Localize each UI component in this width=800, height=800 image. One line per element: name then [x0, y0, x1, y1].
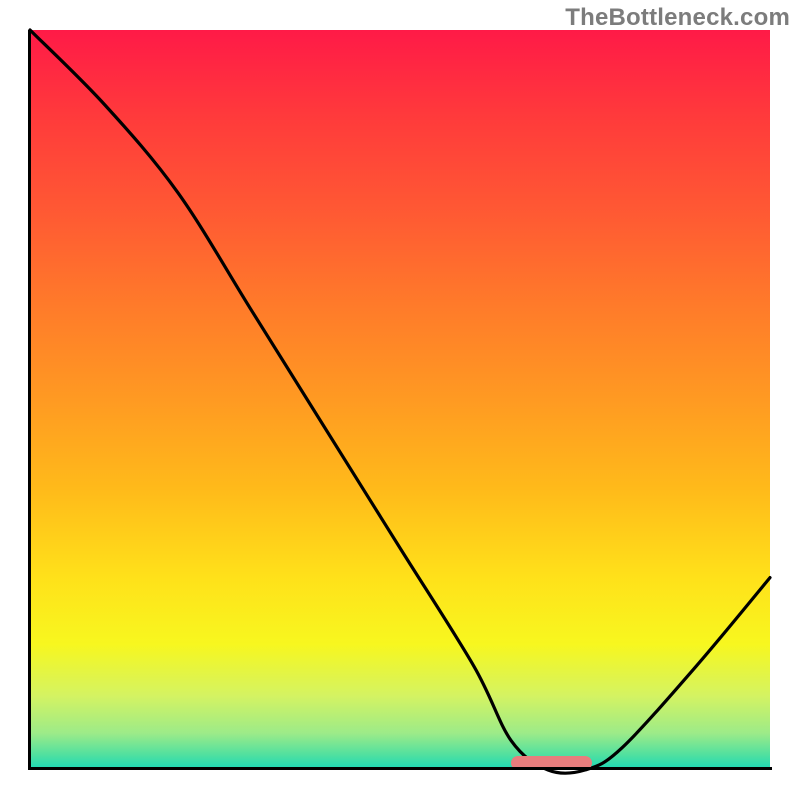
- x-axis: [28, 767, 772, 770]
- bottleneck-chart: TheBottleneck.com: [0, 0, 800, 800]
- watermark-label: TheBottleneck.com: [565, 4, 790, 32]
- y-axis: [28, 30, 31, 770]
- curve-path: [30, 30, 770, 773]
- bottleneck-curve: [30, 30, 770, 770]
